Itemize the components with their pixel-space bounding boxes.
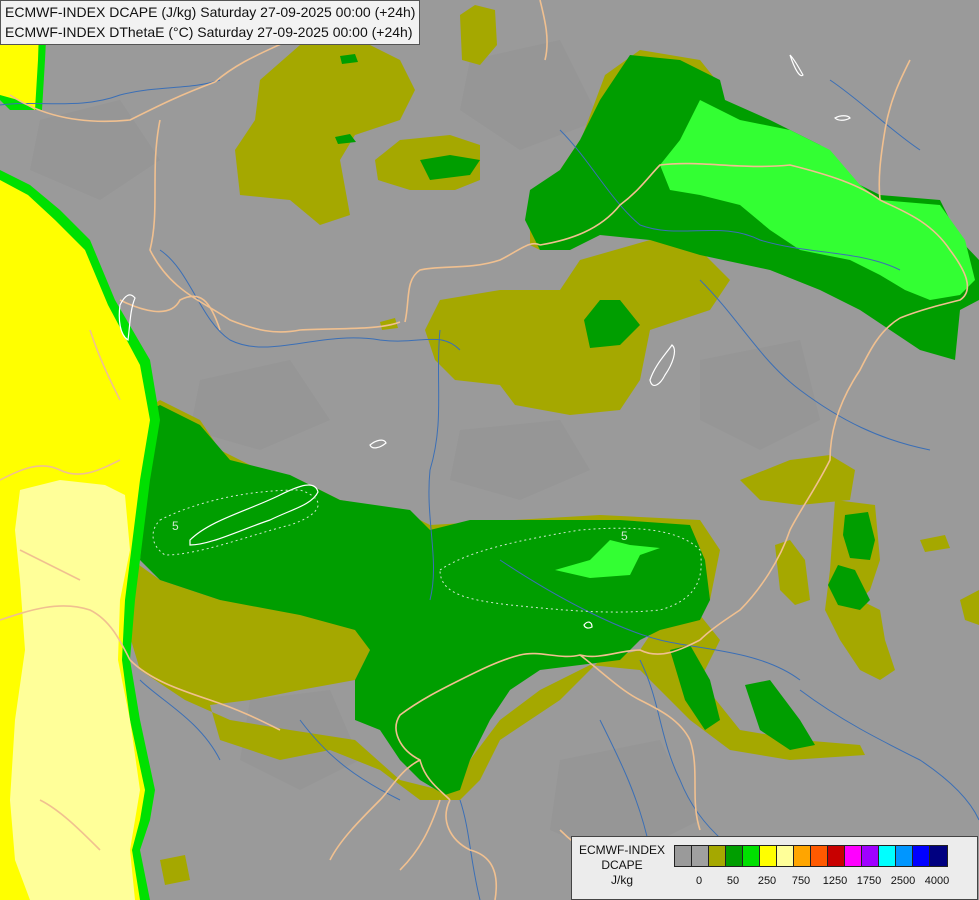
legend-tick-label: 750 [791, 875, 811, 887]
legend-swatch [811, 846, 828, 866]
legend-swatch [828, 846, 845, 866]
title-dcape: ECMWF-INDEX DCAPE (J/kg) Saturday 27-09-… [5, 4, 416, 20]
legend-tick-label: 0 [695, 875, 703, 887]
map-title-box: ECMWF-INDEX DCAPE (J/kg) Saturday 27-09-… [0, 0, 421, 45]
legend-tick-label: 1250 [822, 875, 848, 887]
legend-tick-label: 50 [726, 875, 740, 887]
legend-swatch [743, 846, 760, 866]
legend-color-bar [674, 845, 948, 867]
legend-tick-label: 4000 [924, 875, 950, 887]
legend-tick-label: 2500 [890, 875, 916, 887]
legend-swatch [726, 846, 743, 866]
legend-tick-label: 1750 [856, 875, 882, 887]
dcape-map: 5 5 [0, 0, 979, 900]
legend-title-line2: DCAPE [601, 858, 643, 872]
legend-swatch [930, 846, 947, 866]
legend-swatch [913, 846, 930, 866]
legend-title-line1: ECMWF-INDEX [579, 843, 665, 857]
contour-label-west: 5 [172, 519, 179, 533]
legend-swatch [675, 846, 692, 866]
legend-swatch [760, 846, 777, 866]
legend-swatch [692, 846, 709, 866]
legend-tick-label: 250 [757, 875, 777, 887]
legend-swatch [862, 846, 879, 866]
olive-bottom-small [160, 855, 190, 885]
legend-swatch [845, 846, 862, 866]
title-dthetae: ECMWF-INDEX DThetaE (°C) Saturday 27-09-… [5, 24, 413, 40]
pale-yellow-west [10, 480, 140, 900]
legend-swatch [709, 846, 726, 866]
contour-label-east: 5 [621, 529, 628, 543]
legend-swatch [879, 846, 896, 866]
legend-tick-labels: 0 50 250 750 1250 1750 2500 4000 [674, 875, 974, 891]
legend-swatch [794, 846, 811, 866]
legend-title: ECMWF-INDEX DCAPE J/kg [572, 843, 672, 888]
color-legend: ECMWF-INDEX DCAPE J/kg 0 50 250 750 1250 1750… [571, 836, 978, 900]
legend-swatch [777, 846, 794, 866]
legend-swatch [896, 846, 913, 866]
legend-unit: J/kg [610, 873, 633, 887]
